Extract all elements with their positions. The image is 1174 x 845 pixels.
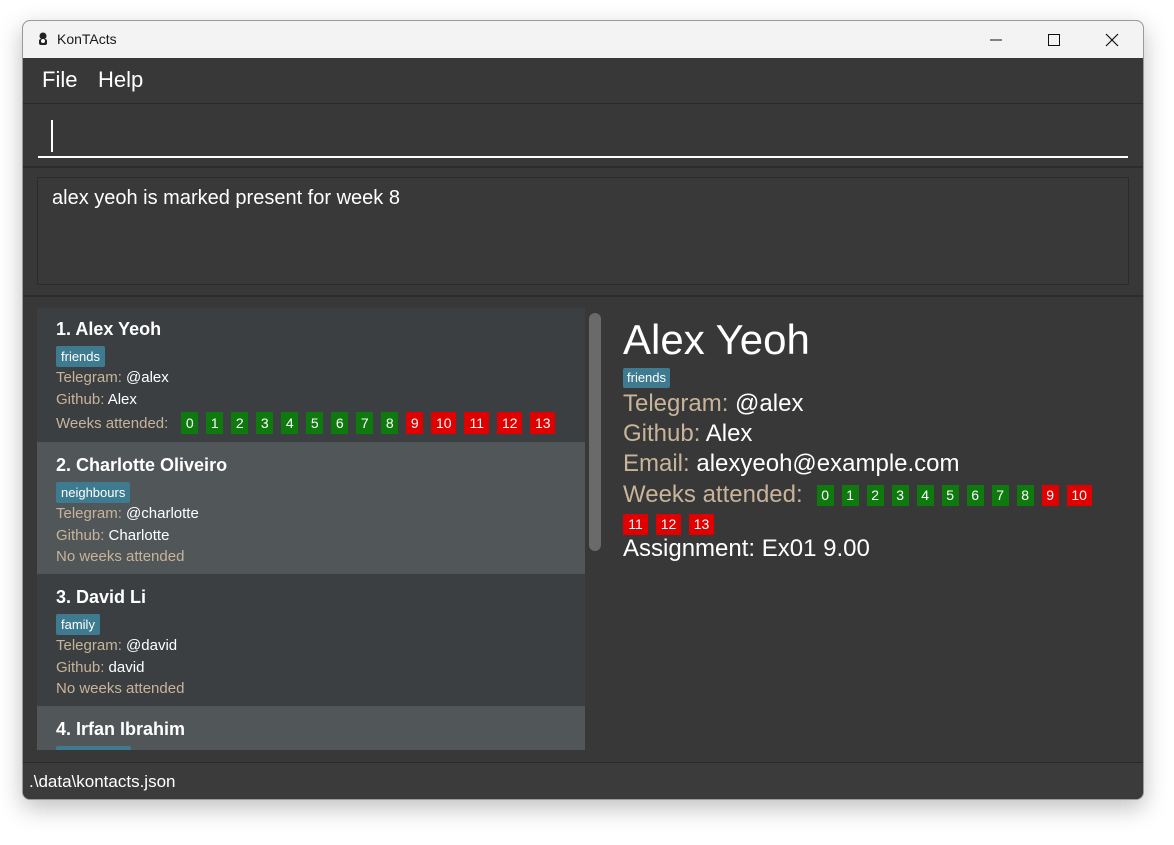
week-badge-10: 10 xyxy=(431,412,457,434)
detail-email: Email: alexyeoh@example.com xyxy=(623,450,960,477)
week-badge-6: 6 xyxy=(331,412,349,434)
week-badge-4: 4 xyxy=(916,485,934,507)
week-badge-2: 2 xyxy=(231,412,249,434)
menu-bar: File Help xyxy=(23,58,1143,104)
person-name: 4. Irfan Ibrahim xyxy=(56,719,186,739)
week-badge-1: 1 xyxy=(841,485,859,507)
tag-badge: neighbours xyxy=(56,482,131,503)
detail-assignment: Assignment: Ex01 9.00 xyxy=(623,535,870,562)
minimize-button[interactable] xyxy=(967,21,1025,58)
window-title: KonTActs xyxy=(57,31,117,47)
week-badge-3: 3 xyxy=(891,485,909,507)
week-badge-8: 8 xyxy=(1016,485,1034,507)
week-badge-7: 7 xyxy=(991,485,1009,507)
week-badge-9: 9 xyxy=(406,412,424,434)
week-badge-1: 1 xyxy=(206,412,224,434)
person-card[interactable]: 3. David Li family Telegram: @david Gith… xyxy=(37,574,585,706)
tag-badge xyxy=(56,746,131,750)
tag-badge: family xyxy=(56,614,100,635)
week-badge-0: 0 xyxy=(181,412,199,434)
app-window: KonTActs File Help alex yeoh is marked p… xyxy=(22,20,1144,800)
list-scrollbar[interactable] xyxy=(589,313,601,551)
week-badge-11: 11 xyxy=(464,412,490,434)
person-card[interactable]: 4. Irfan Ibrahim xyxy=(37,706,585,750)
person-list[interactable]: 1. Alex Yeoh friends Telegram: @alex Git… xyxy=(37,308,585,750)
week-badge-12: 12 xyxy=(497,412,523,434)
person-name: 3. David Li xyxy=(56,587,147,607)
week-badge-13: 13 xyxy=(689,514,714,536)
result-message: alex yeoh is marked present for week 8 xyxy=(52,187,400,209)
text-caret xyxy=(51,120,53,152)
week-badge-0: 0 xyxy=(816,485,834,507)
week-badge-4: 4 xyxy=(281,412,299,434)
status-bar: .\data\kontacts.json xyxy=(23,762,1143,799)
person-detail-panel: Alex Yeoh friends Telegram: @alex Github… xyxy=(623,308,1133,750)
title-bar[interactable]: KonTActs xyxy=(23,21,1143,58)
person-card[interactable]: 1. Alex Yeoh friends Telegram: @alex Git… xyxy=(37,308,585,442)
result-box[interactable]: alex yeoh is marked present for week 8 xyxy=(37,177,1129,285)
close-button[interactable] xyxy=(1083,21,1141,58)
week-badge-9: 9 xyxy=(1041,485,1059,507)
week-badges: 0 1 2 3 4 5 6 7 8 9 10 11 12 13 xyxy=(181,412,563,434)
person-name: 2. Charlotte Oliveiro xyxy=(56,455,228,475)
week-badge-5: 5 xyxy=(306,412,324,434)
github-field: Github: Charlotte xyxy=(56,527,170,544)
week-badge-10: 10 xyxy=(1066,485,1092,507)
close-icon xyxy=(1105,33,1119,46)
week-badge-11: 11 xyxy=(623,514,648,536)
week-badge-12: 12 xyxy=(656,514,681,536)
app-icon xyxy=(39,32,47,45)
telegram-field: Telegram: @charlotte xyxy=(56,505,199,522)
detail-tag: friends xyxy=(623,368,671,388)
maximize-button[interactable] xyxy=(1025,21,1083,58)
menu-help[interactable]: Help xyxy=(98,67,143,93)
detail-telegram: Telegram: @alex xyxy=(623,390,804,417)
command-box xyxy=(23,104,1143,168)
detail-name: Alex Yeoh xyxy=(623,316,810,363)
week-badge-3: 3 xyxy=(256,412,274,434)
tag-badge: friends xyxy=(56,346,106,367)
no-weeks-text: No weeks attended xyxy=(56,680,185,697)
detail-github: Github: Alex xyxy=(623,420,753,447)
data-file-path: .\data\kontacts.json xyxy=(29,772,176,791)
week-badge-5: 5 xyxy=(941,485,959,507)
detail-weeks-attended: Weeks attended: 0 1 2 3 4 5 6 7 8 9 1011 12 13 xyxy=(623,480,1123,538)
github-field: Github: Alex xyxy=(56,391,137,408)
person-name: 1. Alex Yeoh xyxy=(56,319,162,339)
minimize-icon xyxy=(990,39,1002,40)
no-weeks-text: No weeks attended xyxy=(56,548,185,565)
week-badge-6: 6 xyxy=(966,485,984,507)
week-badge-7: 7 xyxy=(356,412,374,434)
weeks-attended-row: Weeks attended: 0 1 2 3 4 5 6 7 8 9 10 11 12 13 xyxy=(56,412,563,434)
command-input[interactable] xyxy=(38,114,1128,158)
telegram-field: Telegram: @david xyxy=(56,637,178,654)
week-badge-2: 2 xyxy=(866,485,884,507)
github-field: Github: david xyxy=(56,659,145,676)
week-badge-8: 8 xyxy=(381,412,399,434)
menu-file[interactable]: File xyxy=(42,67,77,93)
result-display: alex yeoh is marked present for week 8 xyxy=(23,168,1143,297)
telegram-field: Telegram: @alex xyxy=(56,369,169,386)
person-card[interactable]: 2. Charlotte Oliveiro neighbours Telegra… xyxy=(37,442,585,574)
week-badge-13: 13 xyxy=(530,412,556,434)
maximize-icon xyxy=(1048,33,1060,46)
